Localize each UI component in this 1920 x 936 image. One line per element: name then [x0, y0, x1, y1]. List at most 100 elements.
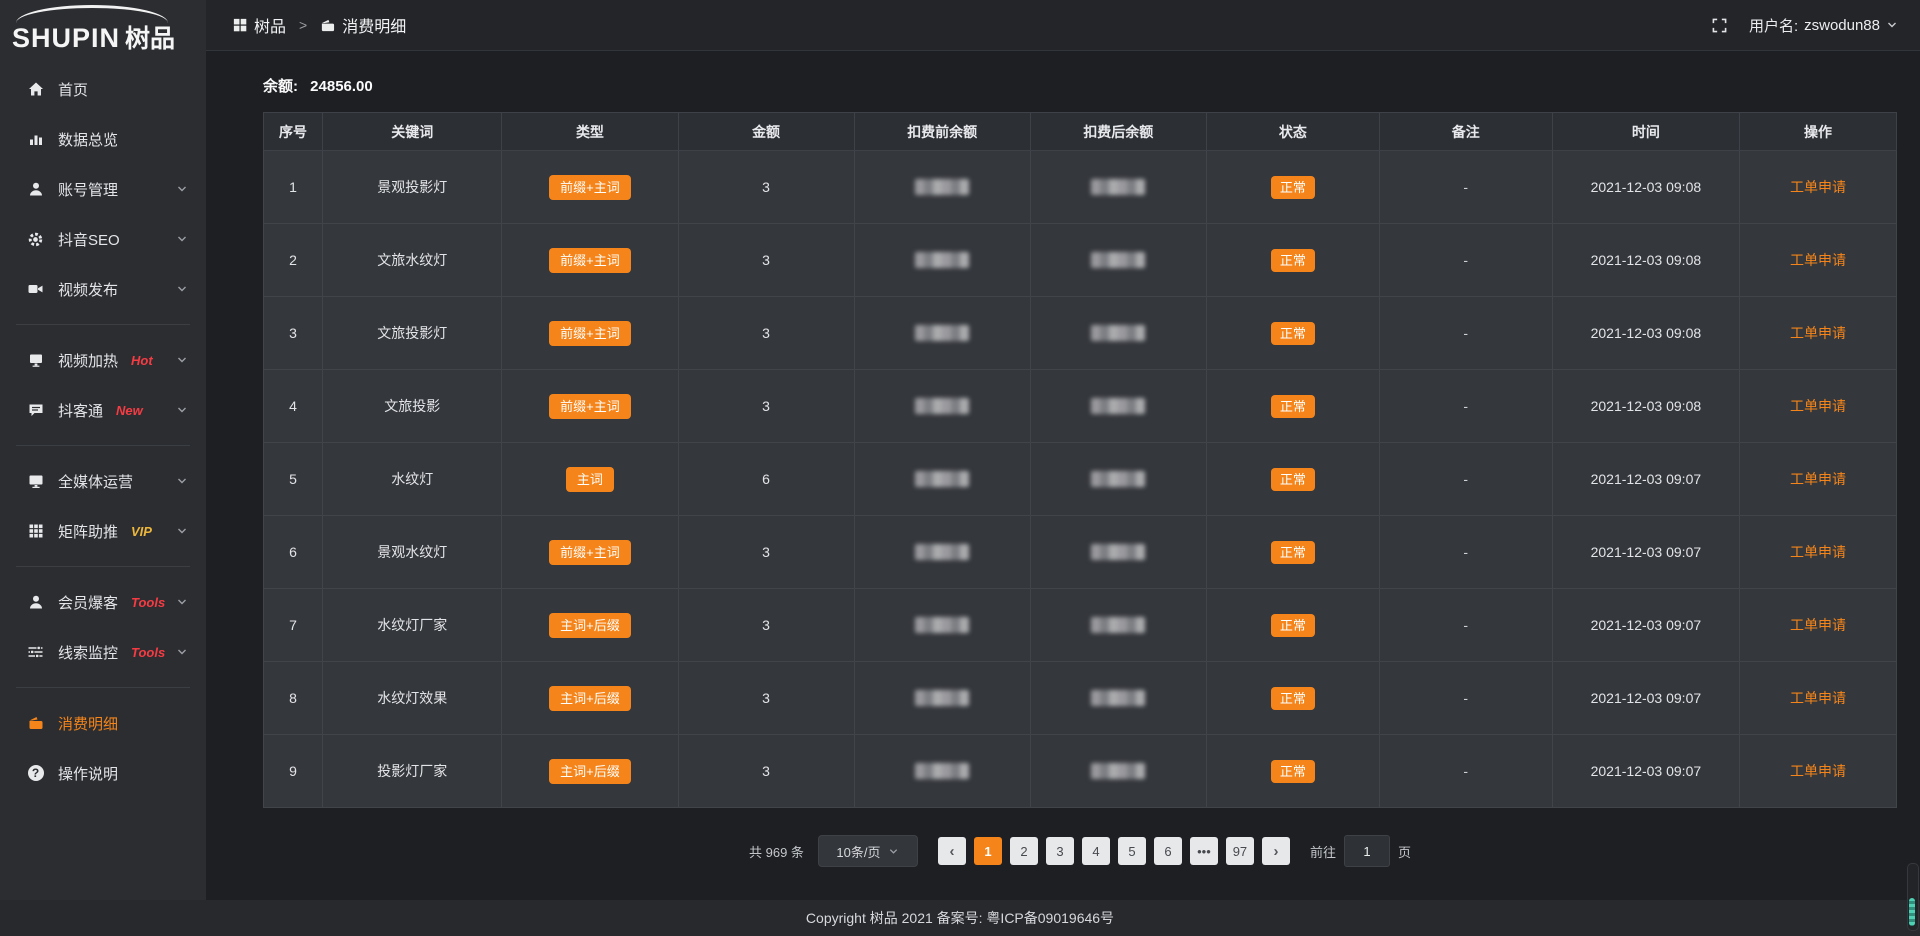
sidebar-item-data-overview[interactable]: 数据总览 [0, 114, 206, 164]
sidebar-item-video-heat[interactable]: 视频加热Hot [0, 335, 206, 385]
remark-cell: - [1379, 297, 1552, 370]
breadcrumb-item-home[interactable]: 树品 [254, 13, 286, 37]
wallet-icon [320, 18, 335, 33]
home-icon [26, 81, 45, 97]
balance-after-cell [1030, 589, 1206, 662]
sidebar-item-account-manage[interactable]: 账号管理 [0, 164, 206, 214]
more-pages-button[interactable]: ••• [1190, 837, 1218, 865]
sidebar-item-consumption-detail[interactable]: 消费明细 [0, 698, 206, 748]
balance-after-redacted [1091, 398, 1145, 414]
status-cell: 正常 [1206, 224, 1379, 297]
remark-value: - [1463, 471, 1468, 487]
sidebar-item-home[interactable]: 首页 [0, 64, 206, 114]
remark-value: - [1463, 763, 1468, 779]
type-cell: 主词+后缀 [502, 662, 678, 735]
fullscreen-icon[interactable] [1712, 18, 1727, 33]
work-order-link[interactable]: 工单申请 [1790, 179, 1846, 195]
work-order-link[interactable]: 工单申请 [1790, 325, 1846, 341]
work-order-link[interactable]: 工单申请 [1790, 763, 1846, 779]
action-cell: 工单申请 [1740, 516, 1897, 589]
page-button-3[interactable]: 3 [1046, 837, 1074, 865]
type-badge: 前缀+主词 [549, 248, 631, 273]
scrollbar-thumb[interactable] [1909, 898, 1915, 926]
work-order-link[interactable]: 工单申请 [1790, 471, 1846, 487]
remark-value: - [1463, 544, 1468, 560]
logo-arc-icon [16, 5, 168, 23]
sliders-icon [26, 644, 45, 660]
brand-logo-en: SHUPIN [12, 25, 120, 52]
sidebar-item-label: 线索监控 [58, 642, 118, 663]
page-button-1[interactable]: 1 [974, 837, 1002, 865]
remark-value: - [1463, 617, 1468, 633]
gear-icon [26, 231, 45, 248]
balance-after-redacted [1091, 763, 1145, 779]
sidebar-item-douketong[interactable]: 抖客通New [0, 385, 206, 435]
sidebar-item-label: 视频加热 [58, 350, 118, 371]
sidebar-item-label: 账号管理 [58, 179, 118, 200]
status-cell: 正常 [1206, 589, 1379, 662]
balance-before-redacted [915, 179, 969, 195]
status-badge: 正常 [1271, 614, 1315, 637]
keyword-cell: 水纹灯 [323, 443, 502, 516]
page-button-4[interactable]: 4 [1082, 837, 1110, 865]
balance-after-cell [1030, 516, 1206, 589]
type-cell: 前缀+主词 [502, 224, 678, 297]
type-cell: 前缀+主词 [502, 151, 678, 224]
amount-cell: 3 [678, 151, 854, 224]
keyword-cell: 文旅投影 [323, 370, 502, 443]
remark-cell: - [1379, 370, 1552, 443]
sidebar-item-video-publish[interactable]: 视频发布 [0, 264, 206, 314]
scrollbar[interactable] [1907, 863, 1919, 931]
balance-before-cell [854, 224, 1030, 297]
chevron-down-icon [176, 525, 188, 537]
username-value[interactable]: zswodun88 [1804, 17, 1880, 34]
page-size-select[interactable]: 10条/页 [818, 835, 918, 867]
sidebar-item-matrix-boost[interactable]: 矩阵助推VIP [0, 506, 206, 556]
table-row: 4文旅投影前缀+主词3正常-2021-12-03 09:08工单申请 [264, 370, 1897, 443]
remark-value: - [1463, 398, 1468, 414]
work-order-link[interactable]: 工单申请 [1790, 617, 1846, 633]
row-index-cell: 4 [264, 370, 323, 443]
page-button-97[interactable]: 97 [1226, 837, 1254, 865]
sidebar-item-operation-guide[interactable]: ?操作说明 [0, 748, 206, 798]
chevron-down-icon [176, 475, 188, 487]
action-cell: 工单申请 [1740, 224, 1897, 297]
balance-before-cell [854, 297, 1030, 370]
type-badge: 主词+后缀 [549, 686, 631, 711]
screen-icon [26, 352, 45, 368]
work-order-link[interactable]: 工单申请 [1790, 544, 1846, 560]
work-order-link[interactable]: 工单申请 [1790, 690, 1846, 706]
topbar: 树品 > 消费明细 用户名: zswodun88 [206, 0, 1920, 51]
sidebar-item-member-baoke[interactable]: 会员爆客Tools [0, 577, 206, 627]
balance-before-redacted [915, 398, 969, 414]
status-cell: 正常 [1206, 443, 1379, 516]
status-badge: 正常 [1271, 541, 1315, 564]
goto-page-input[interactable] [1344, 835, 1390, 867]
prev-page-button[interactable]: ‹ [938, 837, 966, 865]
work-order-link[interactable]: 工单申请 [1790, 252, 1846, 268]
time-cell: 2021-12-03 09:07 [1552, 662, 1739, 735]
time-cell: 2021-12-03 09:07 [1552, 443, 1739, 516]
sidebar-item-douyin-seo[interactable]: 抖音SEO [0, 214, 206, 264]
amount-cell: 3 [678, 224, 854, 297]
work-order-link[interactable]: 工单申请 [1790, 398, 1846, 414]
copyright-text: Copyright 树品 2021 备案号: 粤ICP备09019646号 [806, 908, 1114, 928]
sidebar-item-lead-monitor[interactable]: 线索监控Tools [0, 627, 206, 677]
next-page-button[interactable]: › [1262, 837, 1290, 865]
balance-before-cell [854, 735, 1030, 808]
balance-before-cell [854, 151, 1030, 224]
status-cell: 正常 [1206, 735, 1379, 808]
balance-before-redacted [915, 471, 969, 487]
page-button-5[interactable]: 5 [1118, 837, 1146, 865]
balance: 余额: 24856.00 [263, 75, 1897, 96]
page-button-6[interactable]: 6 [1154, 837, 1182, 865]
table-row: 2文旅水纹灯前缀+主词3正常-2021-12-03 09:08工单申请 [264, 224, 1897, 297]
keyword-cell: 投影灯厂家 [323, 735, 502, 808]
sidebar-item-media-operation[interactable]: 全媒体运营 [0, 456, 206, 506]
balance-before-redacted [915, 763, 969, 779]
page-button-2[interactable]: 2 [1010, 837, 1038, 865]
time-cell: 2021-12-03 09:07 [1552, 735, 1739, 808]
balance-after-cell [1030, 370, 1206, 443]
chevron-down-icon[interactable] [1886, 19, 1898, 31]
type-badge: 前缀+主词 [549, 540, 631, 565]
